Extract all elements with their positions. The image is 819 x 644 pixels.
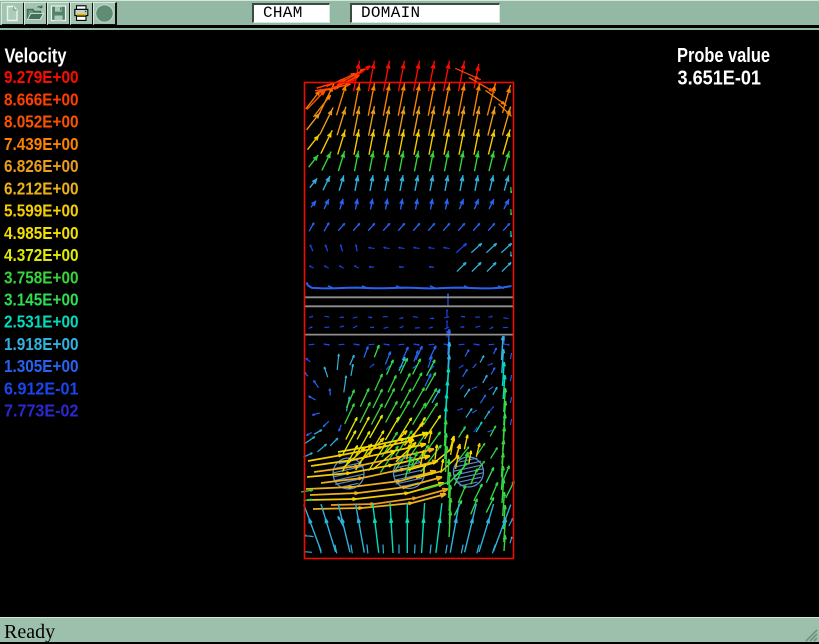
svg-text:3.758E+00: 3.758E+00 bbox=[4, 267, 79, 287]
svg-text:5.599E+00: 5.599E+00 bbox=[4, 201, 79, 221]
svg-text:3.651E-01: 3.651E-01 bbox=[678, 68, 762, 90]
svg-text:8.052E+00: 8.052E+00 bbox=[4, 112, 79, 132]
svg-text:7.773E-02: 7.773E-02 bbox=[4, 401, 79, 421]
svg-text:2.531E+00: 2.531E+00 bbox=[4, 312, 79, 332]
svg-text:7.439E+00: 7.439E+00 bbox=[4, 134, 79, 154]
svg-text:3.145E+00: 3.145E+00 bbox=[4, 290, 79, 310]
svg-text:Velocity: Velocity bbox=[5, 46, 68, 68]
svg-text:4.985E+00: 4.985E+00 bbox=[4, 223, 79, 243]
svg-text:1.305E+00: 1.305E+00 bbox=[4, 356, 79, 376]
svg-text:1.918E+00: 1.918E+00 bbox=[4, 334, 79, 354]
svg-text:6.212E+00: 6.212E+00 bbox=[4, 178, 79, 198]
svg-text:8.666E+00: 8.666E+00 bbox=[4, 89, 79, 109]
svg-text:6.826E+00: 6.826E+00 bbox=[4, 156, 79, 176]
svg-text:6.912E-01: 6.912E-01 bbox=[4, 378, 79, 398]
svg-text:4.372E+00: 4.372E+00 bbox=[4, 245, 79, 265]
svg-text:9.279E+00: 9.279E+00 bbox=[4, 67, 79, 87]
svg-text:Probe value: Probe value bbox=[677, 45, 770, 67]
